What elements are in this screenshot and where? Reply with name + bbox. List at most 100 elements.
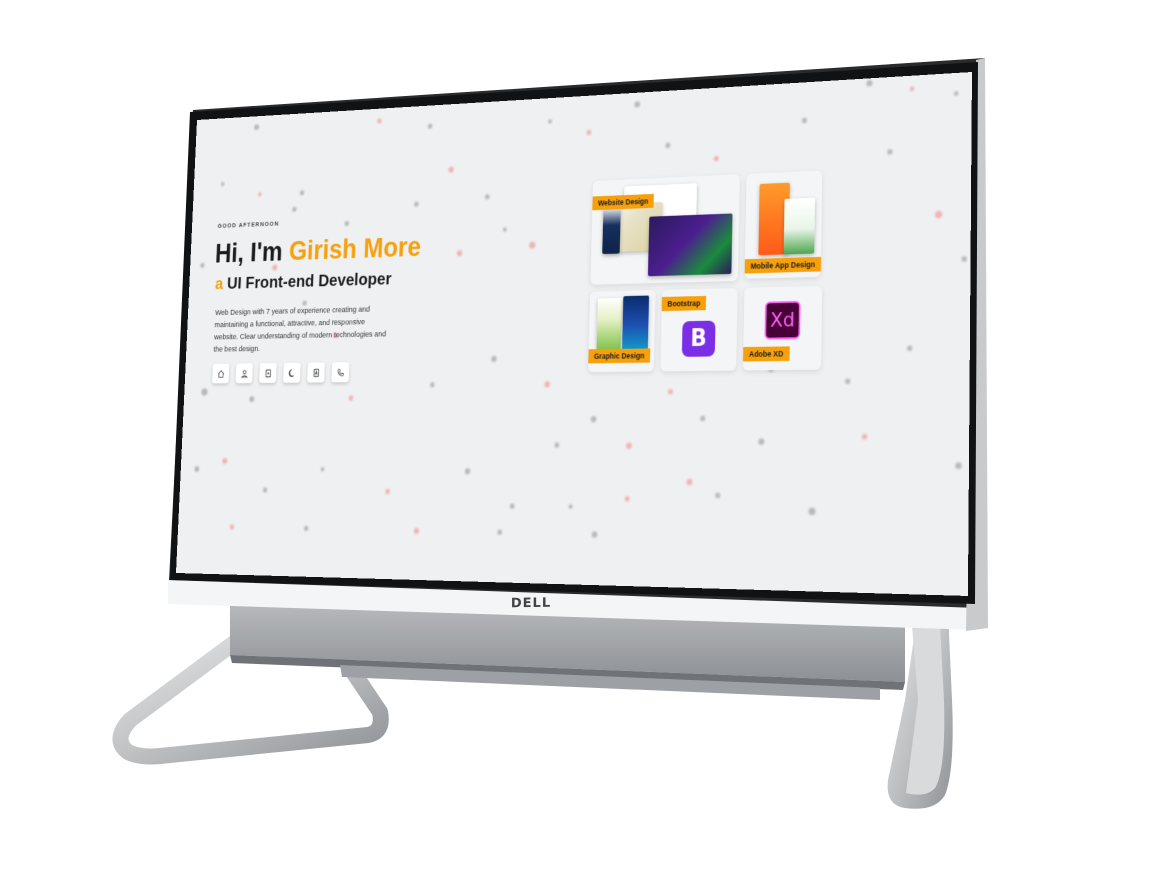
- particle-dot: [955, 462, 962, 469]
- particle-dot: [665, 142, 671, 149]
- particle-dot: [377, 118, 382, 124]
- hero-name: Girish More: [288, 230, 422, 266]
- particle-dot: [715, 492, 721, 499]
- particle-dot: [348, 395, 354, 401]
- particle-dot: [385, 488, 391, 495]
- hero-subheading: a UI Front-end Developer: [215, 269, 392, 294]
- particle-dot: [484, 194, 490, 200]
- particle-dot: [344, 221, 350, 227]
- hero-role: UI Front-end Developer: [226, 269, 392, 293]
- particle-dot: [586, 129, 592, 136]
- particle-dot: [590, 416, 597, 423]
- particle-dot: [667, 389, 673, 395]
- particle-dot: [413, 527, 420, 535]
- tag-graphic-design: Graphic Design: [588, 348, 651, 364]
- particle-dot: [626, 442, 632, 449]
- intro-prefix: Hi, I'm: [214, 235, 290, 269]
- particle-dot: [554, 442, 560, 448]
- particle-dot: [861, 433, 868, 440]
- website-thumb-left: [602, 205, 621, 255]
- card-mobile-app-design[interactable]: Mobile App Design: [744, 170, 823, 279]
- particle-dot: [194, 466, 200, 472]
- particle-dot: [634, 101, 641, 108]
- home-icon: [217, 369, 225, 378]
- particle-dot: [502, 227, 507, 232]
- social-links: [212, 362, 350, 384]
- particle-dot: [249, 396, 255, 403]
- adobe-xd-logo-icon: Xd: [764, 300, 801, 340]
- card-website-design[interactable]: Website Design: [590, 174, 740, 285]
- particle-dot: [548, 119, 553, 124]
- particle-dot: [801, 117, 808, 124]
- home-button[interactable]: [212, 363, 230, 384]
- particle-dot: [299, 190, 305, 196]
- card-graphic-design[interactable]: Graphic Design: [588, 290, 656, 373]
- particle-dot: [953, 91, 959, 96]
- particle-dot: [866, 79, 873, 87]
- card-adobe-xd[interactable]: Xd Adobe XD: [742, 285, 823, 371]
- particle-dot: [909, 86, 915, 92]
- particle-dot: [429, 382, 435, 388]
- particle-dot: [497, 529, 503, 535]
- hero-description: Web Design with 7 years of experience cr…: [213, 304, 387, 355]
- resume-button[interactable]: [259, 363, 277, 383]
- particle-dot: [544, 381, 551, 388]
- particle-dot: [808, 507, 816, 516]
- moon-icon: [288, 368, 296, 377]
- particle-dot: [845, 378, 851, 385]
- particle-dot: [320, 467, 325, 472]
- website-thumb-front: [647, 213, 733, 277]
- screen-display: GOOD AFTERNOON Hi, I'm Girish More a UI …: [175, 71, 972, 596]
- mockup-scene: DELL GOOD AFTERNOON Hi, I'm Girish More …: [0, 0, 1150, 888]
- particle-dot: [254, 124, 260, 131]
- particle-dot: [303, 525, 309, 532]
- particle-dot: [887, 149, 893, 155]
- particle-dot: [262, 487, 268, 493]
- mobile-thumb-green: [783, 197, 816, 255]
- particle-dot: [448, 166, 454, 173]
- hero-heading: Hi, I'm Girish More: [214, 230, 422, 269]
- card-bootstrap[interactable]: Bootstrap B: [660, 287, 738, 372]
- particle-dot: [222, 458, 228, 464]
- graphic-thumb-phone: [621, 295, 650, 355]
- particle-dot: [414, 201, 419, 207]
- file-icon: [312, 368, 320, 377]
- dell-logo: DELL: [510, 595, 552, 612]
- particle-dot: [529, 241, 536, 249]
- particle-dot: [686, 478, 693, 486]
- tag-bootstrap: Bootstrap: [661, 295, 707, 312]
- particle-dot: [568, 504, 573, 509]
- tag-mobile-app-design: Mobile App Design: [744, 256, 822, 274]
- particle-dot: [491, 355, 497, 362]
- particle-dot: [201, 388, 208, 396]
- greeting-label: GOOD AFTERNOON: [217, 219, 280, 230]
- role-prefix: a: [214, 274, 228, 294]
- portfolio-button[interactable]: [307, 362, 325, 383]
- particle-dot: [509, 503, 515, 509]
- particle-dot: [464, 468, 471, 475]
- particle-dot: [935, 210, 943, 219]
- particle-dot: [220, 181, 225, 187]
- user-icon: [240, 369, 248, 378]
- particle-dot: [258, 192, 262, 197]
- theme-toggle-button[interactable]: [282, 362, 301, 383]
- particle-dot: [200, 262, 205, 268]
- particle-dot: [906, 345, 913, 352]
- particle-dot: [292, 206, 297, 212]
- document-icon: [264, 368, 272, 377]
- graphic-thumb-poster: [596, 297, 622, 351]
- particle-dot: [229, 524, 235, 530]
- particle-dot: [624, 496, 630, 502]
- bootstrap-logo-icon: B: [681, 320, 716, 357]
- particle-dot: [700, 415, 706, 422]
- about-button[interactable]: [235, 363, 253, 384]
- contact-button[interactable]: [331, 362, 350, 383]
- particle-dot: [591, 531, 598, 538]
- particle-dot: [456, 250, 463, 257]
- particle-dot: [427, 123, 433, 129]
- tag-adobe-xd: Adobe XD: [743, 346, 790, 362]
- tag-website-design: Website Design: [592, 193, 654, 211]
- particle-dot: [713, 155, 719, 162]
- particle-dot: [961, 256, 967, 262]
- particle-dot: [758, 438, 765, 445]
